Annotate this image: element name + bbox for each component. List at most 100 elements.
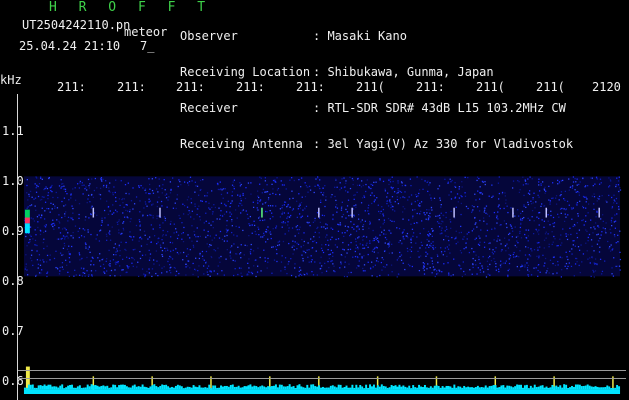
- signal-level-spike: [276, 387, 279, 390]
- noise-pixel: [103, 271, 105, 273]
- noise-pixel: [318, 232, 320, 234]
- noise-pixel: [565, 262, 568, 265]
- noise-pixel: [99, 187, 102, 189]
- noise-pixel: [29, 234, 31, 236]
- signal-level-spike: [218, 387, 221, 390]
- noise-pixel: [156, 201, 159, 203]
- noise-pixel: [49, 259, 51, 261]
- noise-pixel: [407, 263, 410, 266]
- noise-pixel: [344, 261, 346, 263]
- noise-pixel: [593, 193, 595, 195]
- noise-pixel: [198, 265, 200, 267]
- noise-pixel: [185, 263, 187, 265]
- noise-pixel: [367, 253, 369, 256]
- noise-pixel: [219, 181, 221, 183]
- noise-pixel: [405, 235, 407, 237]
- noise-pixel: [440, 206, 442, 208]
- noise-pixel: [91, 178, 93, 180]
- noise-pixel: [498, 192, 501, 195]
- signal-level-spike: [361, 386, 364, 390]
- signal-level-spike: [286, 386, 289, 390]
- noise-pixel: [551, 243, 553, 246]
- noise-pixel: [486, 260, 489, 262]
- noise-pixel: [543, 247, 545, 249]
- noise-pixel: [262, 219, 264, 222]
- noise-pixel: [65, 259, 67, 261]
- noise-pixel: [576, 222, 579, 224]
- noise-pixel: [129, 231, 131, 233]
- noise-pixel: [355, 240, 357, 243]
- noise-pixel: [536, 216, 538, 218]
- noise-pixel: [299, 216, 302, 218]
- noise-pixel: [65, 211, 67, 213]
- noise-pixel: [441, 232, 443, 234]
- noise-pixel: [203, 222, 205, 224]
- noise-pixel: [440, 251, 443, 253]
- noise-pixel: [372, 184, 374, 186]
- noise-pixel: [491, 251, 493, 254]
- noise-pixel: [363, 235, 365, 237]
- noise-pixel: [611, 206, 614, 208]
- noise-pixel: [429, 233, 432, 235]
- noise-pixel: [292, 245, 294, 247]
- noise-pixel: [477, 190, 479, 192]
- noise-pixel: [265, 231, 268, 233]
- noise-pixel: [530, 274, 533, 276]
- noise-pixel: [267, 205, 270, 207]
- noise-pixel: [613, 194, 615, 196]
- noise-pixel: [391, 252, 393, 254]
- noise-pixel: [538, 257, 540, 259]
- noise-pixel: [343, 177, 345, 179]
- noise-pixel: [78, 217, 80, 219]
- noise-pixel: [250, 224, 252, 226]
- noise-pixel: [347, 199, 350, 201]
- noise-pixel: [380, 210, 382, 213]
- noise-pixel: [267, 238, 269, 240]
- signal-level-spike: [131, 385, 134, 390]
- noise-pixel: [252, 250, 255, 252]
- noise-pixel: [176, 251, 179, 254]
- noise-pixel: [450, 227, 452, 229]
- noise-pixel: [210, 271, 212, 273]
- noise-pixel: [377, 260, 379, 263]
- noise-pixel: [521, 265, 524, 267]
- noise-pixel: [479, 269, 481, 271]
- noise-pixel: [462, 261, 464, 263]
- noise-pixel: [512, 187, 514, 189]
- noise-pixel: [441, 220, 443, 222]
- noise-pixel: [512, 256, 515, 258]
- noise-pixel: [112, 259, 115, 261]
- noise-pixel: [541, 203, 543, 205]
- noise-pixel: [507, 247, 510, 249]
- noise-pixel: [238, 202, 241, 204]
- signal-level-spike: [143, 386, 146, 390]
- noise-pixel: [109, 233, 111, 236]
- noise-pixel: [63, 227, 65, 229]
- signal-level-spike: [480, 387, 483, 390]
- signal-level-spike: [500, 385, 503, 390]
- noise-pixel: [187, 253, 189, 256]
- noise-pixel: [137, 261, 139, 263]
- noise-pixel: [206, 195, 208, 197]
- noise-pixel: [391, 176, 393, 178]
- noise-pixel: [40, 177, 42, 179]
- signal-level-spike: [402, 385, 405, 390]
- signal-level-spike: [569, 387, 572, 390]
- noise-pixel: [510, 225, 512, 227]
- noise-pixel: [608, 194, 610, 197]
- noise-pixel: [547, 214, 549, 216]
- signal-level-spike: [445, 385, 448, 390]
- signal-level-spike: [139, 386, 142, 390]
- noise-pixel: [538, 181, 540, 183]
- signal-level-spike: [69, 384, 72, 390]
- noise-pixel: [552, 222, 554, 225]
- noise-pixel: [348, 263, 350, 265]
- noise-pixel: [342, 213, 345, 216]
- noise-pixel: [74, 187, 76, 189]
- noise-pixel: [594, 222, 597, 224]
- noise-pixel: [428, 214, 430, 217]
- noise-pixel: [264, 260, 267, 262]
- signal-level-spike: [369, 384, 372, 390]
- noise-pixel: [455, 206, 457, 208]
- signal-level-spike: [198, 385, 201, 390]
